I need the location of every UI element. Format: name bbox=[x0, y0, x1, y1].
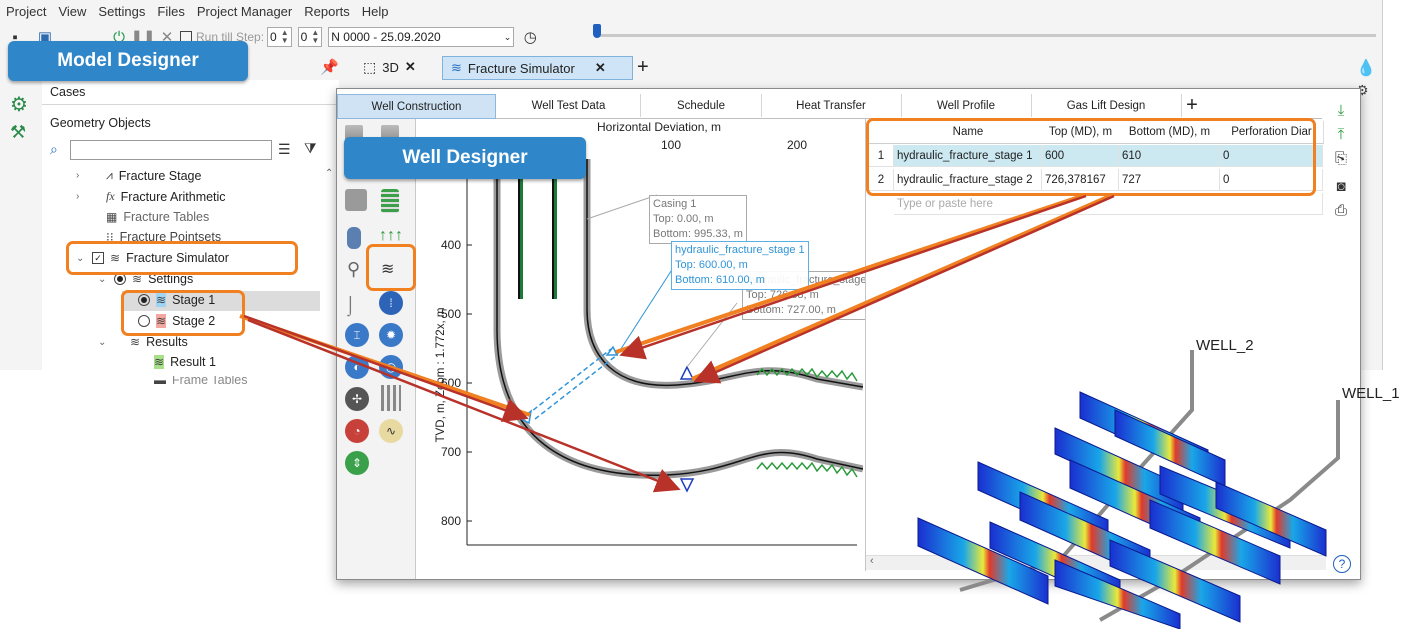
overlay-svg bbox=[239, 194, 1340, 629]
link-line-row1 bbox=[615, 194, 1083, 354]
arrow-row-1 bbox=[619, 194, 1087, 360]
well-2-label: WELL_2 bbox=[1196, 337, 1254, 354]
well-1-label: WELL_1 bbox=[1342, 385, 1400, 402]
arrow-row-2 bbox=[693, 194, 1115, 384]
arrow-stage-1 bbox=[243, 314, 529, 422]
arrow-stage-2 bbox=[247, 318, 681, 493]
link-line-row2 bbox=[691, 194, 1111, 381]
fracture-planes bbox=[917, 391, 1327, 629]
